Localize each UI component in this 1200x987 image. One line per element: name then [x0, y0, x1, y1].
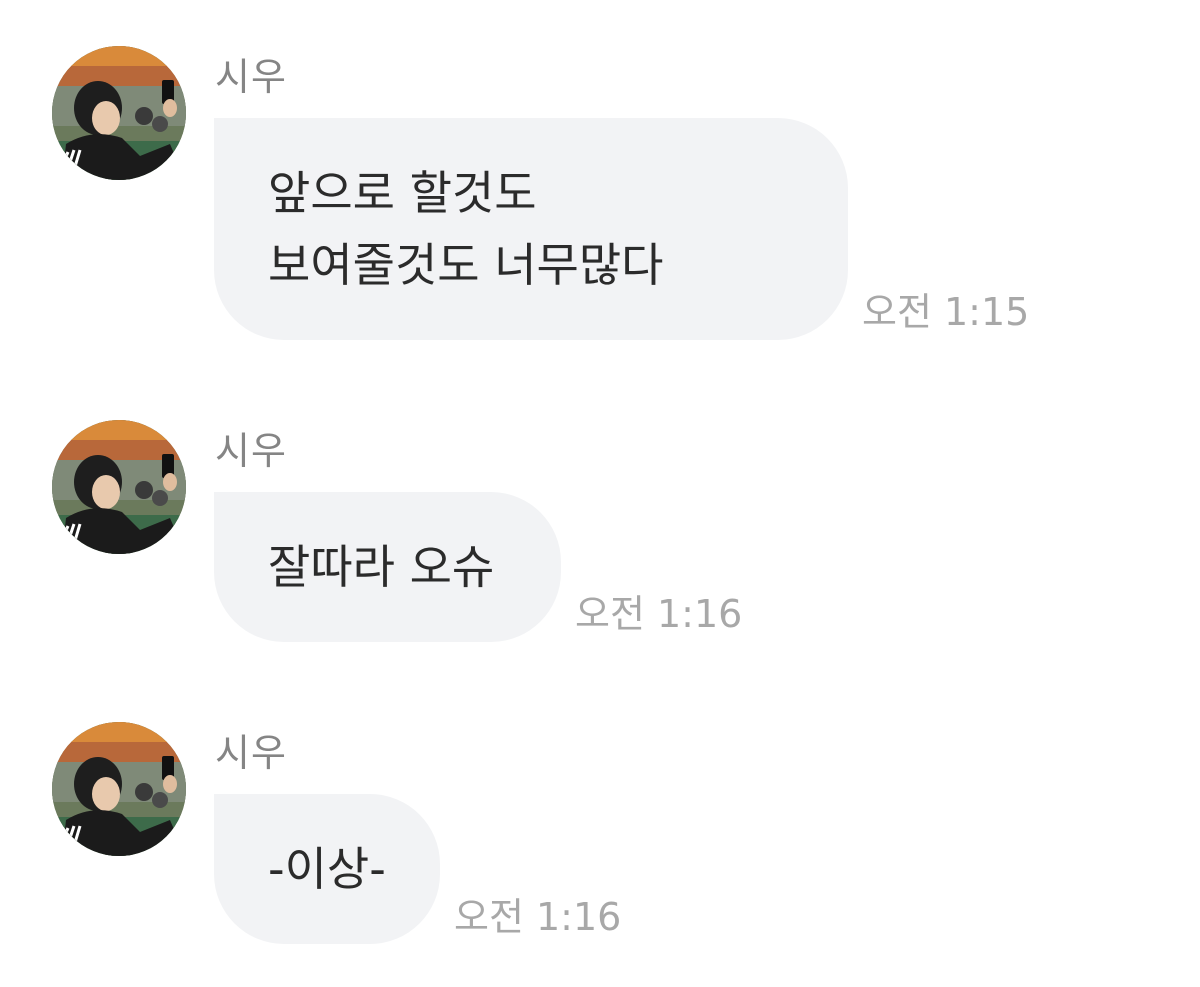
- message-text-line: -이상-: [268, 842, 386, 896]
- message-bubble[interactable]: 앞으로 할것도 보여줄것도 너무많다: [214, 118, 848, 340]
- message-timestamp: 오전 1:16: [454, 895, 622, 939]
- message-timestamp: 오전 1:16: [575, 592, 743, 636]
- profile-photo-icon: [52, 46, 186, 180]
- message-text-line: 앞으로 할것도: [268, 166, 537, 220]
- sender-avatar[interactable]: [52, 420, 186, 554]
- sender-avatar[interactable]: [52, 46, 186, 180]
- sender-avatar[interactable]: [52, 722, 186, 856]
- message-text-line: 잘따라 오슈: [268, 540, 495, 594]
- message-text-line: 보여줄것도 너무많다: [268, 238, 664, 292]
- sender-name: 시우: [215, 731, 287, 775]
- message-timestamp: 오전 1:15: [862, 290, 1030, 334]
- sender-name: 시우: [215, 55, 287, 99]
- profile-photo-icon: [52, 722, 186, 856]
- message-bubble[interactable]: -이상-: [214, 794, 440, 944]
- profile-photo-icon: [52, 420, 186, 554]
- sender-name: 시우: [215, 429, 287, 473]
- message-bubble[interactable]: 잘따라 오슈: [214, 492, 561, 642]
